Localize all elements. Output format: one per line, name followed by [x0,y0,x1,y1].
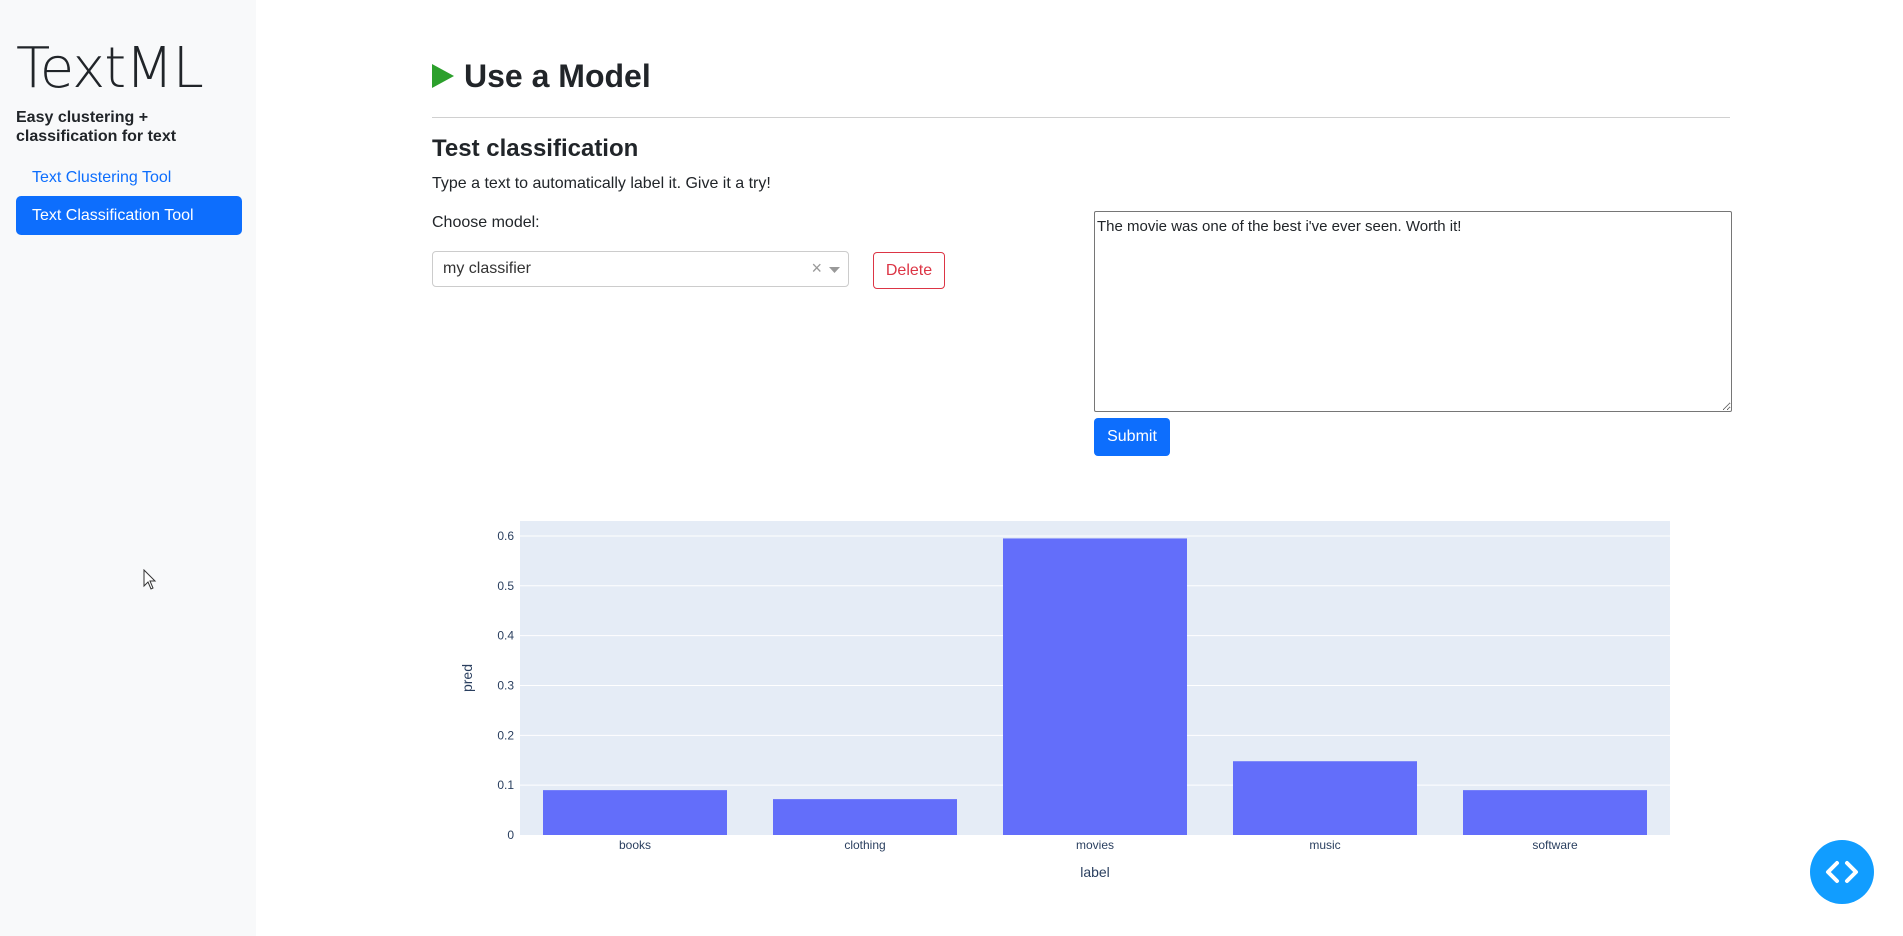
text-input[interactable]: The movie was one of the best i've ever … [1094,211,1732,412]
y-tick-label: 0.2 [497,728,514,742]
y-axis-title: pred [459,664,475,692]
model-select-value: my classifier [443,260,532,277]
y-tick-label: 0.3 [497,678,514,692]
clear-icon[interactable]: × [811,258,822,279]
x-tick-label: movies [1076,838,1114,852]
code-icon [1826,861,1858,883]
y-tick-label: 0 [507,828,514,842]
x-tick-label: clothing [844,838,885,852]
x-tick-label: music [1309,838,1340,852]
x-axis-title: label [1080,864,1110,880]
bar-music [1233,761,1417,835]
brand-tagline: Easy clustering + classification for tex… [16,109,177,145]
x-tick-label: books [619,838,651,852]
submit-button[interactable]: Submit [1094,418,1170,456]
prediction-bar-chart: 0 0.1 0.2 0.3 0.4 0.5 0.6 books clothing movies mu… [432,505,1712,905]
chevron-down-icon[interactable] [829,267,840,274]
x-tick-label: software [1532,838,1578,852]
section-title: Test classification [432,135,639,162]
page-title-text: Use a Model [464,57,651,94]
y-tick-label: 0.6 [497,529,514,543]
model-label: Choose model: [432,214,540,231]
bar-movies [1003,538,1187,835]
y-tick-label: 0.1 [497,778,514,792]
brand-title: TextML [16,36,204,101]
model-select[interactable]: my classifier × [432,251,849,287]
sidebar: TextML Easy clustering + classification … [0,0,256,936]
nav-link-text-clustering[interactable]: Text Clustering Tool [16,158,242,197]
nav-link-text-classification[interactable]: Text Classification Tool [16,196,242,235]
divider [432,117,1730,118]
code-toggle-button[interactable] [1810,840,1874,904]
section-hint: Type a text to automatically label it. G… [432,175,771,192]
play-icon [432,64,454,88]
delete-button[interactable]: Delete [873,252,945,289]
bar-books [543,790,727,835]
page-title: Use a Model [432,56,651,96]
bar-software [1463,790,1647,835]
y-tick-label: 0.5 [497,579,514,593]
bar-clothing [773,799,957,835]
mouse-pointer-icon [143,569,157,590]
y-tick-label: 0.4 [497,629,514,643]
